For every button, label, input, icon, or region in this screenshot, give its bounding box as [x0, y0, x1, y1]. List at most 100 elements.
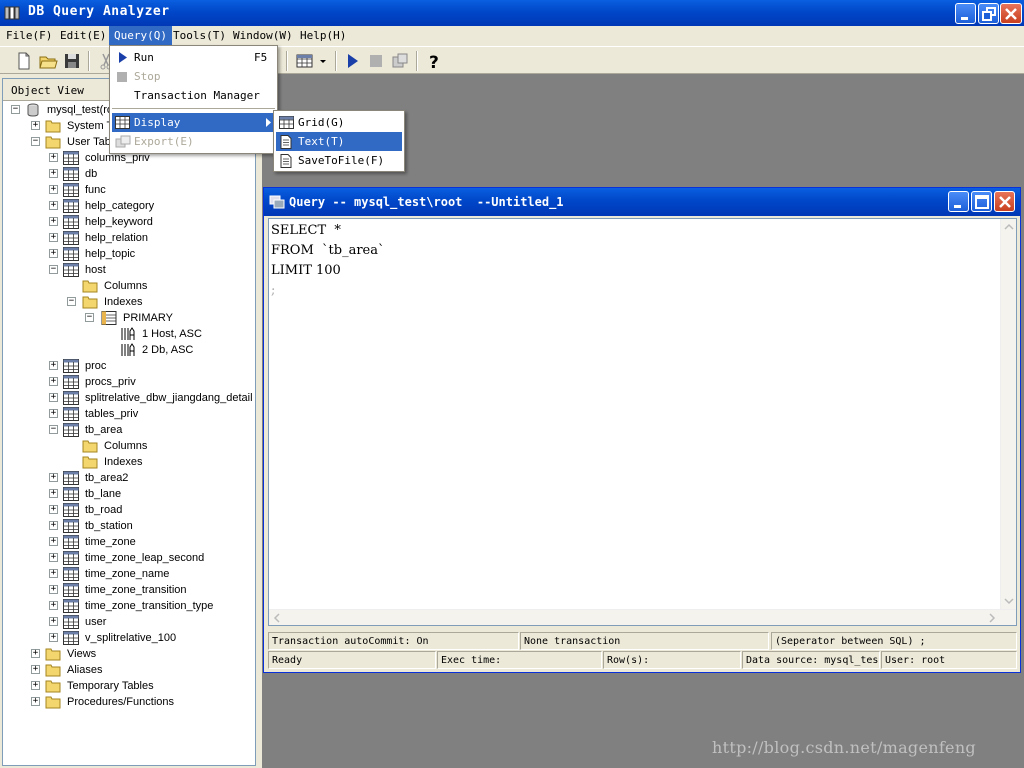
expand-icon[interactable]: + [49, 473, 58, 482]
restore-button[interactable] [978, 3, 999, 24]
tree-node[interactable]: + Procedures/Functions [3, 694, 255, 710]
tree-node[interactable]: + tb_station [3, 518, 255, 534]
tree-node[interactable]: + v_splitrelative_100 [3, 630, 255, 646]
tree-node[interactable]: + help_category [3, 198, 255, 214]
collapse-icon[interactable]: − [67, 297, 76, 306]
expand-icon[interactable]: + [49, 201, 58, 210]
expand-icon[interactable]: + [49, 617, 58, 626]
new-file-icon[interactable] [14, 51, 34, 71]
query-close-button[interactable] [994, 191, 1015, 212]
tree-node[interactable]: 2 Db, ASC [3, 342, 255, 358]
tree-node[interactable]: + help_topic [3, 246, 255, 262]
expand-icon[interactable]: + [49, 601, 58, 610]
expand-icon[interactable]: + [49, 169, 58, 178]
expand-icon[interactable]: + [49, 489, 58, 498]
expand-icon[interactable]: + [49, 361, 58, 370]
tree-node[interactable]: Columns [3, 438, 255, 454]
expand-icon[interactable]: + [49, 569, 58, 578]
tree-node[interactable]: + tables_priv [3, 406, 255, 422]
menu-edit[interactable]: Edit(E) [55, 26, 111, 46]
tree-node[interactable]: + help_keyword [3, 214, 255, 230]
menu-item-transaction-manager[interactable]: Transaction Manager [112, 86, 275, 105]
tree-node[interactable]: + splitrelative_dbw_jiangdang_detail [3, 390, 255, 406]
tree-node[interactable]: Columns [3, 278, 255, 294]
save-icon[interactable] [62, 51, 82, 71]
tree-node[interactable]: − tb_area [3, 422, 255, 438]
expand-icon[interactable]: + [49, 585, 58, 594]
expand-icon[interactable]: + [49, 633, 58, 642]
menu-item-save-to-file[interactable]: SaveToFile(F) [276, 151, 402, 170]
tree-node[interactable]: + time_zone_leap_second [3, 550, 255, 566]
menu-help[interactable]: Help(H) [295, 26, 351, 46]
transaction-icon[interactable] [390, 51, 410, 71]
tree-node[interactable]: + Views [3, 646, 255, 662]
query-window-title-bar[interactable]: Query -- mysql_test\root --Untitled_1 [264, 188, 1020, 216]
menu-item-run[interactable]: Run F5 [112, 48, 275, 67]
collapse-icon[interactable]: − [49, 265, 58, 274]
expand-icon[interactable]: + [31, 649, 40, 658]
tree-node[interactable]: + tb_area2 [3, 470, 255, 486]
minimize-button[interactable] [955, 3, 976, 24]
vertical-scrollbar[interactable] [1000, 219, 1016, 609]
tree-node[interactable]: + tb_lane [3, 486, 255, 502]
menu-file[interactable]: File(F) [1, 26, 57, 46]
scroll-up-icon[interactable] [1001, 219, 1017, 235]
menu-item-stop[interactable]: Stop [112, 67, 275, 86]
grid-dropdown-icon[interactable] [295, 51, 327, 71]
tree-node[interactable]: + procs_priv [3, 374, 255, 390]
expand-icon[interactable]: + [49, 393, 58, 402]
collapse-icon[interactable]: − [49, 425, 58, 434]
help-icon[interactable]: ? [424, 51, 444, 71]
tree-node[interactable]: + Aliases [3, 662, 255, 678]
tree-node[interactable]: + help_relation [3, 230, 255, 246]
tree-node[interactable]: + time_zone_transition_type [3, 598, 255, 614]
open-folder-icon[interactable] [38, 51, 58, 71]
sql-editor[interactable]: SELECT * FROM `tb_area` LIMIT 100 ; [268, 218, 1017, 626]
tree-node[interactable]: Indexes [3, 454, 255, 470]
collapse-icon[interactable]: − [31, 137, 40, 146]
run-icon[interactable] [343, 51, 363, 71]
expand-icon[interactable]: + [49, 233, 58, 242]
tree-node[interactable]: − Indexes [3, 294, 255, 310]
tree-node[interactable]: + time_zone_name [3, 566, 255, 582]
menu-item-grid[interactable]: Grid(G) [276, 113, 402, 132]
tree-node[interactable]: − host [3, 262, 255, 278]
expand-icon[interactable]: + [49, 377, 58, 386]
tree-node[interactable]: + db [3, 166, 255, 182]
scroll-left-icon[interactable] [269, 610, 285, 626]
menu-item-text[interactable]: Text(T) [276, 132, 402, 151]
scroll-down-icon[interactable] [1001, 593, 1017, 609]
tree-node[interactable]: 1 Host, ASC [3, 326, 255, 342]
collapse-icon[interactable]: − [85, 313, 94, 322]
menu-window[interactable]: Window(W) [228, 26, 298, 46]
tree-node[interactable]: + Temporary Tables [3, 678, 255, 694]
menu-item-display[interactable]: Display [112, 113, 275, 132]
tree-node[interactable]: + func [3, 182, 255, 198]
expand-icon[interactable]: + [49, 409, 58, 418]
expand-icon[interactable]: + [31, 697, 40, 706]
expand-icon[interactable]: + [49, 505, 58, 514]
expand-icon[interactable]: + [49, 217, 58, 226]
expand-icon[interactable]: + [31, 681, 40, 690]
expand-icon[interactable]: + [49, 153, 58, 162]
query-maximize-button[interactable] [971, 191, 992, 212]
tree-node[interactable]: + tb_road [3, 502, 255, 518]
expand-icon[interactable]: + [49, 185, 58, 194]
expand-icon[interactable]: + [49, 249, 58, 258]
menu-query[interactable]: Query(Q) [109, 26, 172, 46]
horizontal-scrollbar[interactable] [269, 609, 1016, 625]
expand-icon[interactable]: + [49, 521, 58, 530]
menu-tools[interactable]: Tools(T) [168, 26, 231, 46]
expand-icon[interactable]: + [31, 665, 40, 674]
menu-item-export[interactable]: Export(E) [112, 132, 275, 151]
query-minimize-button[interactable] [948, 191, 969, 212]
tree-node[interactable]: + time_zone_transition [3, 582, 255, 598]
collapse-icon[interactable]: − [11, 105, 20, 114]
tree-node[interactable]: − PRIMARY [3, 310, 255, 326]
expand-icon[interactable]: + [31, 121, 40, 130]
tree-node[interactable]: + user [3, 614, 255, 630]
scroll-right-icon[interactable] [984, 610, 1000, 626]
app-title-bar[interactable]: DB Query Analyzer [0, 0, 1024, 26]
tree-node[interactable]: + proc [3, 358, 255, 374]
expand-icon[interactable]: + [49, 537, 58, 546]
